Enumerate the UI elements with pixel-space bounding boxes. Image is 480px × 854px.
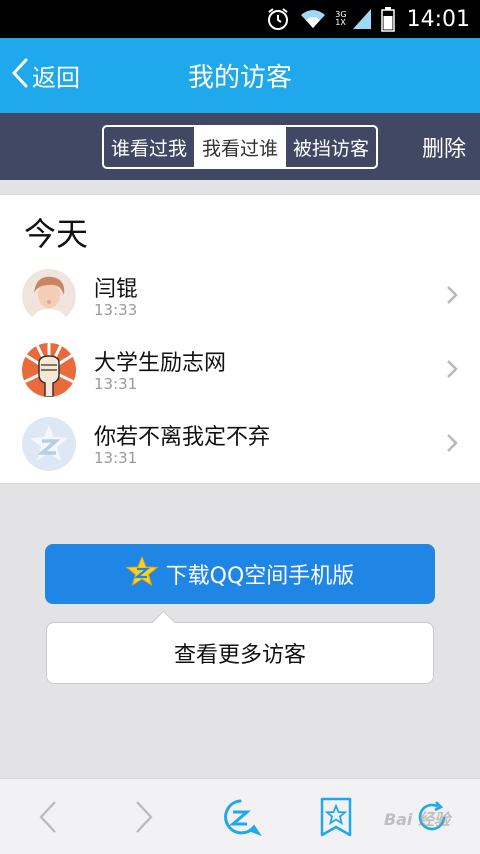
list-item[interactable]: 你若不离我定不弃 13:31: [0, 407, 480, 481]
qzone-default-avatar: [22, 417, 76, 471]
back-label: 返回: [32, 64, 80, 92]
section-heading-today: 今天: [24, 215, 89, 253]
battery-icon: [380, 6, 395, 32]
baidu-jingyan-watermark: Bai 经验: [383, 810, 450, 829]
alarm-clock-icon: [265, 6, 291, 32]
back-button[interactable]: 返回: [12, 38, 80, 113]
visit-time: 13:33: [94, 301, 138, 319]
status-bar: 3G 1X 14:01: [0, 0, 480, 38]
chevron-right-icon: [446, 359, 458, 383]
tab-who-i-viewed[interactable]: 我看过谁: [194, 127, 285, 167]
portrait-avatar: [22, 269, 76, 323]
forward-arrow-icon[interactable]: [104, 779, 184, 854]
download-app-button[interactable]: 下载QQ空间手机版: [45, 544, 435, 604]
qzone-star-icon: [125, 555, 158, 592]
tab-blocked-visitors[interactable]: 被挡访客: [285, 127, 376, 167]
qzone-home-icon[interactable]: [200, 779, 280, 854]
visitor-name: 闫锟: [94, 277, 139, 302]
bookmark-star-icon[interactable]: [296, 779, 376, 854]
view-more-visitors-button[interactable]: 查看更多访客: [46, 622, 434, 684]
tab-who-viewed-me[interactable]: 谁看过我: [104, 127, 194, 167]
view-more-visitors-label: 查看更多访客: [173, 643, 306, 668]
chevron-right-icon: [446, 433, 458, 457]
visitor-name: 你若不离我定不弃: [94, 425, 271, 450]
back-arrow-icon[interactable]: [8, 779, 88, 854]
visitor-filter-tabs: 谁看过我 我看过谁 被挡访客: [102, 125, 378, 169]
network-type: 3G 1X: [335, 10, 347, 27]
list-item[interactable]: 大学生励志网 13:31: [0, 333, 480, 407]
visitor-list: 今天 闫锟 13:33 大学生励志网 13:31 你若不离我定不弃 13:31: [0, 194, 480, 484]
visitor-name: 大学生励志网: [94, 351, 227, 376]
delete-button[interactable]: 删除: [422, 113, 466, 180]
clock: 14:01: [406, 6, 470, 32]
title-bar: 我的访客 返回: [0, 38, 480, 113]
chevron-left-icon: [12, 58, 28, 94]
tab-bar: 谁看过我 我看过谁 被挡访客 删除: [0, 113, 480, 180]
raised-fist-avatar: [22, 343, 76, 397]
list-item[interactable]: 闫锟 13:33: [0, 259, 480, 333]
chevron-right-icon: [446, 285, 458, 309]
signal-icon: [351, 7, 373, 31]
download-app-label: 下载QQ空间手机版: [165, 564, 355, 589]
visit-time: 13:31: [94, 375, 138, 393]
wifi-icon: [299, 8, 327, 30]
visit-time: 13:31: [94, 449, 138, 467]
